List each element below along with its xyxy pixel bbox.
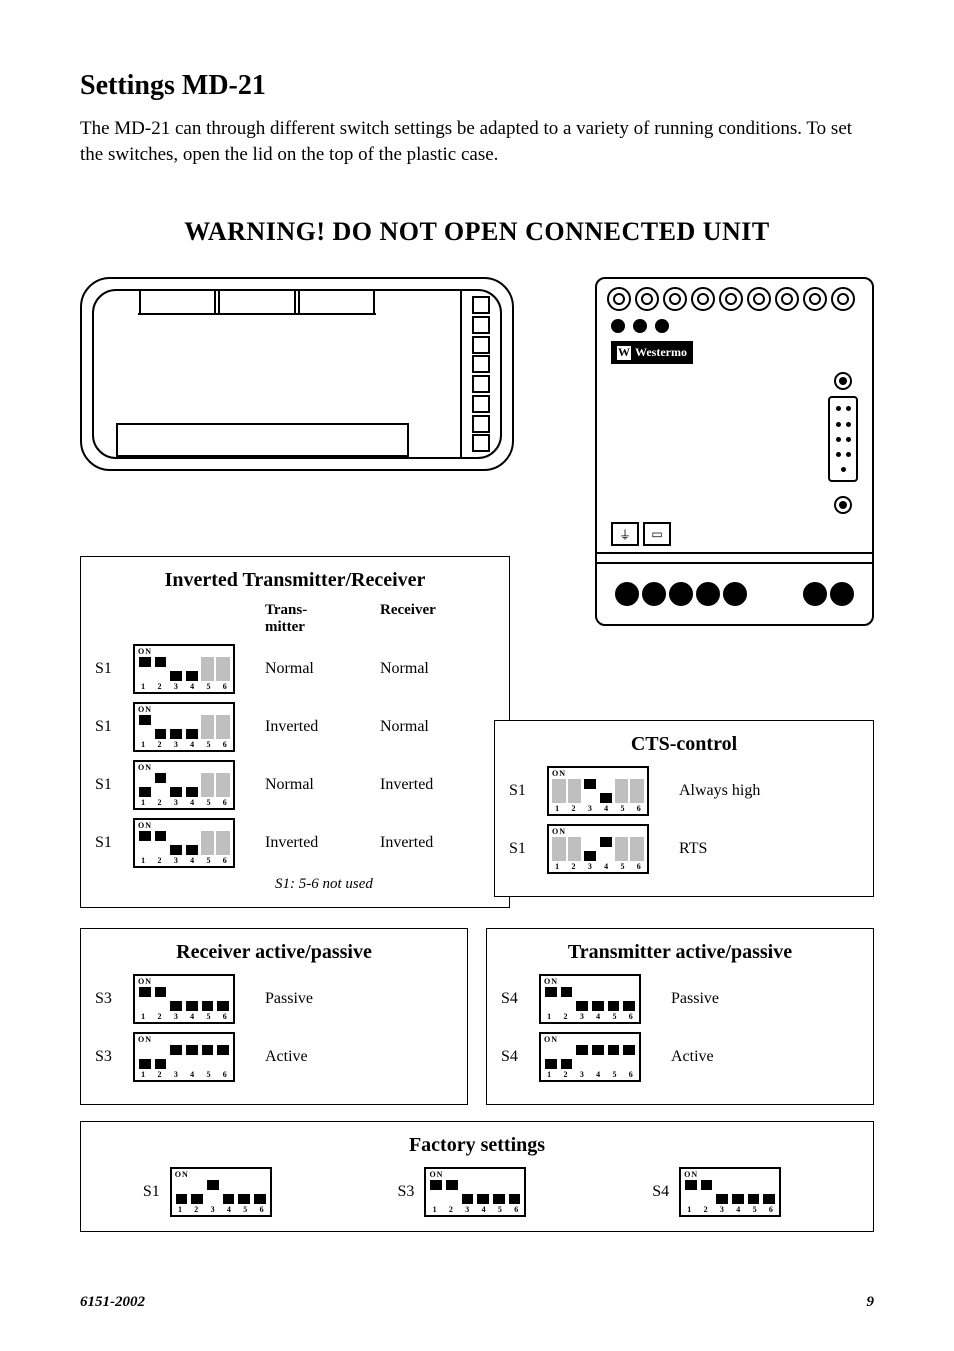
dip-switch: ON123456 bbox=[133, 974, 235, 1024]
factory-item: S3ON123456 bbox=[398, 1167, 557, 1217]
ground-icon: ⏚ bbox=[611, 522, 639, 546]
box-factory: Factory settings S1ON123456 S3ON123456 S4O… bbox=[80, 1121, 874, 1232]
footer-page: 9 bbox=[867, 1294, 875, 1311]
device-left-illustration bbox=[80, 277, 514, 471]
dip-switch: ON123456 bbox=[679, 1167, 781, 1217]
dip-switch: ON123456 bbox=[547, 766, 649, 816]
dip-switch: ON123456 bbox=[133, 702, 235, 752]
intro-text: The MD-21 can through different switch s… bbox=[80, 116, 874, 167]
brand-label: WWestermo bbox=[611, 341, 693, 364]
dip-switch: ON123456 bbox=[547, 824, 649, 874]
dip-switch: ON123456 bbox=[133, 644, 235, 694]
col-receiver: Receiver bbox=[380, 602, 495, 636]
page-title: Settings MD-21 bbox=[80, 70, 874, 102]
dip-switch: ON123456 bbox=[133, 818, 235, 868]
box-transmitter: Transmitter active/passive S4ON123456Pas… bbox=[486, 928, 874, 1105]
tx-row: S4ON123456Passive bbox=[501, 974, 859, 1024]
rx-row: S3ON123456Active bbox=[95, 1032, 453, 1082]
box-receiver-title: Receiver active/passive bbox=[95, 941, 453, 964]
inverted-row: S1ON123456NormalNormal bbox=[95, 644, 495, 694]
box-cts-title: CTS-control bbox=[509, 733, 859, 756]
box-inverted: Inverted Transmitter/Receiver Trans- mit… bbox=[80, 556, 510, 908]
dip-switch: ON123456 bbox=[539, 974, 641, 1024]
box-receiver: Receiver active/passive S3ON123456Passiv… bbox=[80, 928, 468, 1105]
dip-switch: ON123456 bbox=[133, 1032, 235, 1082]
col-transmitter: Trans- mitter bbox=[265, 602, 380, 636]
page-footer: 6151-2002 9 bbox=[80, 1294, 874, 1311]
warning-heading: WARNING! DO NOT OPEN CONNECTED UNIT bbox=[80, 217, 874, 247]
inverted-row: S1ON123456NormalInverted bbox=[95, 760, 495, 810]
cts-row: S1ON123456Always high bbox=[509, 766, 859, 816]
tx-row: S4ON123456Active bbox=[501, 1032, 859, 1082]
dip-switch: ON123456 bbox=[539, 1032, 641, 1082]
box-inverted-title: Inverted Transmitter/Receiver bbox=[95, 569, 495, 592]
rx-row: S3ON123456Passive bbox=[95, 974, 453, 1024]
inverted-row: S1ON123456InvertedInverted bbox=[95, 818, 495, 868]
doc-icon: ▭ bbox=[643, 522, 671, 546]
dip-switch: ON123456 bbox=[133, 760, 235, 810]
inverted-note: S1: 5-6 not used bbox=[275, 876, 495, 893]
dip-switch: ON123456 bbox=[170, 1167, 272, 1217]
box-transmitter-title: Transmitter active/passive bbox=[501, 941, 859, 964]
factory-item: S1ON123456 bbox=[143, 1167, 302, 1217]
page: Settings MD-21 The MD-21 can through dif… bbox=[0, 0, 954, 1351]
box-cts: CTS-control S1ON123456Always high S1ON123… bbox=[494, 720, 874, 897]
dip-switch: ON123456 bbox=[424, 1167, 526, 1217]
factory-item: S4ON123456 bbox=[652, 1167, 811, 1217]
inverted-row: S1ON123456InvertedNormal bbox=[95, 702, 495, 752]
box-factory-title: Factory settings bbox=[95, 1134, 859, 1157]
cts-row: S1ON123456RTS bbox=[509, 824, 859, 874]
device-right-illustration: WWestermo ⏚▭ bbox=[595, 277, 874, 626]
footer-doc: 6151-2002 bbox=[80, 1294, 145, 1311]
